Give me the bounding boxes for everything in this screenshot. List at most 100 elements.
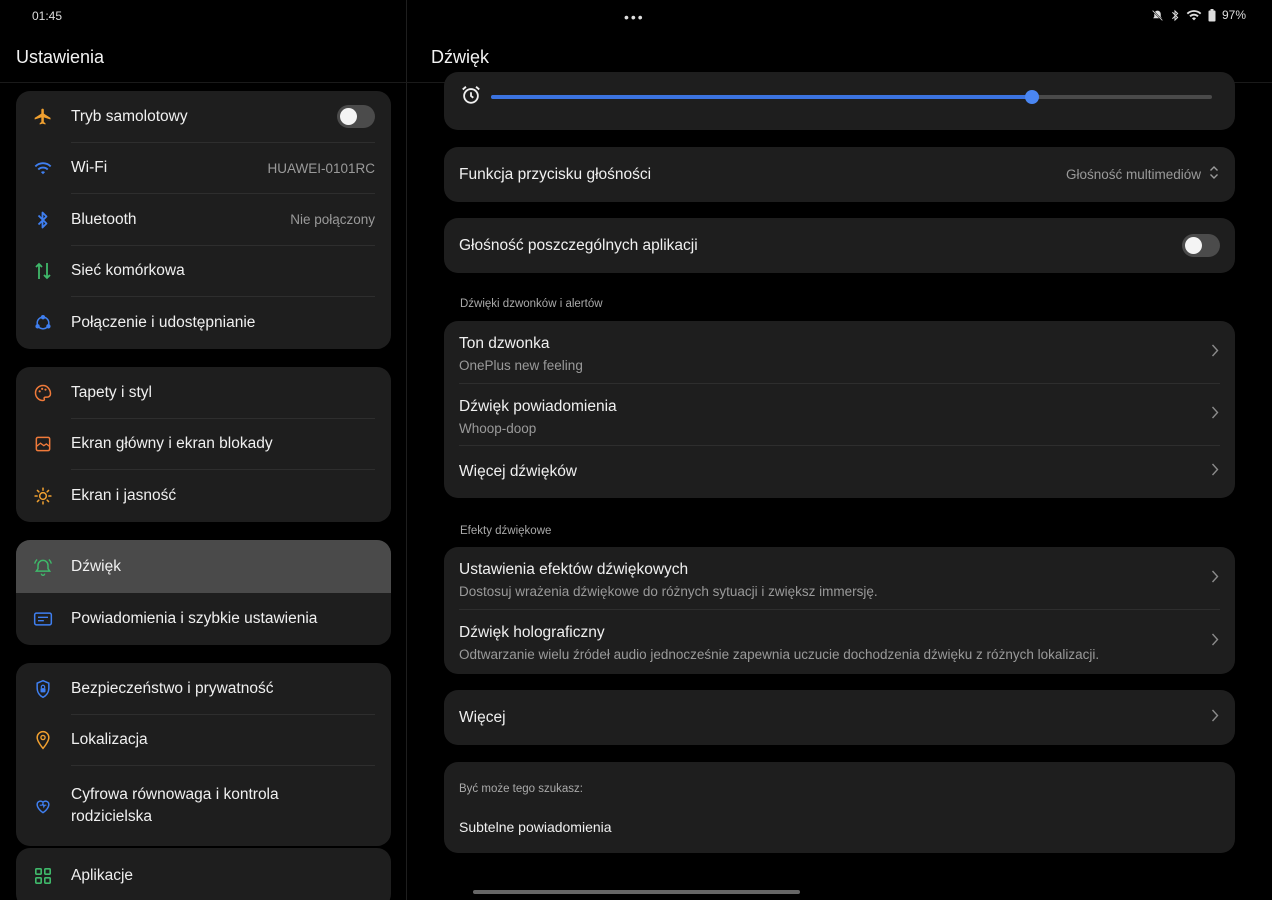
multiwindow-handle[interactable]: ••• xyxy=(624,9,645,25)
notification-icon xyxy=(32,608,54,630)
sidebar-item-label: Sieć komórkowa xyxy=(71,262,185,280)
sound-effects-title: Ustawienia efektów dźwiękowych xyxy=(459,561,689,578)
page-title: Dźwięk xyxy=(431,47,490,67)
sidebar-item-home-lock-screen[interactable]: Ekran główny i ekran blokady xyxy=(16,419,391,470)
sidebar-item-wifi[interactable]: Wi-Fi HUAWEI-0101RC xyxy=(16,143,391,194)
more-title: Więcej xyxy=(459,708,506,726)
wifi-status-icon xyxy=(1186,10,1202,21)
notification-sound-subtitle: Whoop-doop xyxy=(459,421,537,436)
sidebar-item-security-privacy[interactable]: Bezpieczeństwo i prywatność xyxy=(16,663,391,715)
wifi-icon xyxy=(32,157,54,179)
apps-grid-icon xyxy=(32,865,54,887)
notification-sound-title: Dźwięk powiadomienia xyxy=(459,398,617,415)
home-screen-icon xyxy=(32,433,54,455)
sidebar-item-location[interactable]: Lokalizacja xyxy=(16,715,391,766)
list-item-holographic-sound[interactable]: Dźwięk holograficzny Odtwarzanie wielu ź… xyxy=(444,610,1235,674)
suggestion-link-subtle-notifications[interactable]: Subtelne powiadomienia xyxy=(459,819,612,835)
settings-title: Ustawienia xyxy=(16,47,105,67)
sidebar-item-label: Ekran i jasność xyxy=(71,486,177,504)
sidebar-item-sound[interactable]: Dźwięk xyxy=(16,540,391,593)
chevron-right-icon xyxy=(1211,463,1219,482)
sidebar-item-label: Bezpieczeństwo i prywatność xyxy=(71,679,274,697)
list-item-more-sounds[interactable]: Więcej dźwięków xyxy=(444,446,1235,498)
per-app-volume-card: Głośność poszczególnych aplikacji xyxy=(444,218,1235,273)
alarm-volume-slider[interactable] xyxy=(491,90,1212,104)
airplane-icon xyxy=(32,106,54,128)
volume-key-row[interactable]: Funkcja przycisku głośności Głośność mul… xyxy=(444,147,1235,202)
sidebar-item-digital-wellbeing[interactable]: Cyfrowa równowaga i kontrola rodzicielsk… xyxy=(16,766,391,846)
sidebar-item-label: Tryb samolotowy xyxy=(71,107,188,125)
alarm-volume-thumb[interactable] xyxy=(1024,90,1039,104)
ringtones-card: Ton dzwonka OnePlus new feeling Dźwięk p… xyxy=(444,321,1235,498)
sidebar-item-wallpapers[interactable]: Tapety i styl xyxy=(16,367,391,419)
sidebar-item-display-brightness[interactable]: Ekran i jasność xyxy=(16,470,391,522)
sidebar-item-label: Aplikacje xyxy=(71,866,134,884)
wifi-network-name: HUAWEI-0101RC xyxy=(267,160,375,176)
share-icon xyxy=(32,312,54,334)
security-group: Bezpieczeństwo i prywatność Lokalizacja … xyxy=(16,663,391,846)
alarm-clock-icon xyxy=(460,84,482,111)
list-item-ringtone[interactable]: Ton dzwonka OnePlus new feeling xyxy=(444,321,1235,384)
battery-level: 97% xyxy=(1221,8,1246,22)
sidebar-item-connection-sharing[interactable]: Połączenie i udostępnianie xyxy=(16,297,391,349)
sound-effects-card: Ustawienia efektów dźwiękowych Dostosuj … xyxy=(444,547,1235,674)
sidebar-item-label: Bluetooth xyxy=(71,210,137,228)
location-pin-icon xyxy=(32,729,54,751)
sidebar-item-label: Wi-Fi xyxy=(71,159,108,177)
status-bar: 01:45 ••• 97% xyxy=(0,0,1272,30)
connectivity-group: Tryb samolotowy Wi-Fi HUAWEI-0101RC Blue… xyxy=(16,91,391,349)
chevron-right-icon xyxy=(1211,343,1219,362)
chevron-right-icon xyxy=(1211,633,1219,652)
sidebar-item-apps[interactable]: Aplikacje xyxy=(16,848,391,900)
chevron-right-icon xyxy=(1211,708,1219,727)
suggestions-heading: Być może tego szukasz: xyxy=(459,783,583,795)
suggestions-card: Być może tego szukasz: Subtelne powiadom… xyxy=(444,762,1235,853)
list-item-more[interactable]: Więcej xyxy=(444,690,1235,745)
section-header-effects: Efekty dźwiękowe xyxy=(460,525,552,537)
mute-bell-icon xyxy=(1152,9,1163,21)
sidebar-item-label: Dźwięk xyxy=(71,557,121,575)
wellbeing-icon xyxy=(32,795,54,817)
mobile-data-icon xyxy=(32,260,54,282)
sidebar-item-label: Ekran główny i ekran blokady xyxy=(71,435,273,453)
display-group: Tapety i styl Ekran główny i ekran bloka… xyxy=(16,367,391,522)
holographic-sound-subtitle: Odtwarzanie wielu źródeł audio jednocześ… xyxy=(459,647,1100,662)
sidebar-item-airplane-mode[interactable]: Tryb samolotowy xyxy=(16,91,391,143)
alarm-volume-card xyxy=(444,72,1235,130)
sidebar-item-notifications[interactable]: Powiadomienia i szybkie ustawienia xyxy=(16,593,391,645)
volume-key-value: Głośność multimediów xyxy=(1065,167,1201,182)
per-app-volume-toggle[interactable] xyxy=(1182,234,1220,257)
bluetooth-status-icon xyxy=(1172,9,1179,21)
pane-divider xyxy=(406,0,407,900)
shield-lock-icon xyxy=(32,678,54,700)
more-card: Więcej xyxy=(444,690,1235,745)
section-header-ringtones: Dźwięki dzwonków i alertów xyxy=(460,298,603,310)
sidebar-item-label: Lokalizacja xyxy=(71,731,148,749)
more-sounds-title: Więcej dźwięków xyxy=(459,463,578,480)
chevron-right-icon xyxy=(1211,569,1219,588)
volume-key-label: Funkcja przycisku głośności xyxy=(459,165,652,183)
sound-effects-subtitle: Dostosuj wrażenia dźwiękowe do różnych s… xyxy=(459,584,878,599)
airplane-mode-toggle[interactable] xyxy=(337,105,375,129)
apps-group: Aplikacje xyxy=(16,848,391,900)
sidebar-item-bluetooth[interactable]: Bluetooth Nie połączony xyxy=(16,194,391,246)
status-icons: 97% xyxy=(1151,8,1246,22)
palette-icon xyxy=(32,382,54,404)
alarm-volume-fill xyxy=(491,95,1032,99)
battery-icon xyxy=(1208,8,1216,21)
list-item-notification-sound[interactable]: Dźwięk powiadomienia Whoop-doop xyxy=(444,384,1235,446)
per-app-volume-label: Głośność poszczególnych aplikacji xyxy=(459,236,698,254)
home-indicator[interactable] xyxy=(473,890,800,894)
up-down-chevron-icon xyxy=(1209,164,1219,185)
brightness-icon xyxy=(32,485,54,507)
ringtone-title: Ton dzwonka xyxy=(459,335,550,352)
chevron-right-icon xyxy=(1211,406,1219,425)
list-item-sound-effects-settings[interactable]: Ustawienia efektów dźwiękowych Dostosuj … xyxy=(444,547,1235,610)
sidebar-item-mobile-network[interactable]: Sieć komórkowa xyxy=(16,246,391,297)
sidebar-item-label: Cyfrowa równowaga i kontrola rodzicielsk… xyxy=(71,786,279,825)
per-app-volume-row[interactable]: Głośność poszczególnych aplikacji xyxy=(444,218,1235,273)
volume-key-card: Funkcja przycisku głośności Głośność mul… xyxy=(444,147,1235,202)
sidebar-item-label: Tapety i styl xyxy=(71,383,152,401)
holographic-sound-title: Dźwięk holograficzny xyxy=(459,624,605,641)
status-time: 01:45 xyxy=(32,9,63,23)
